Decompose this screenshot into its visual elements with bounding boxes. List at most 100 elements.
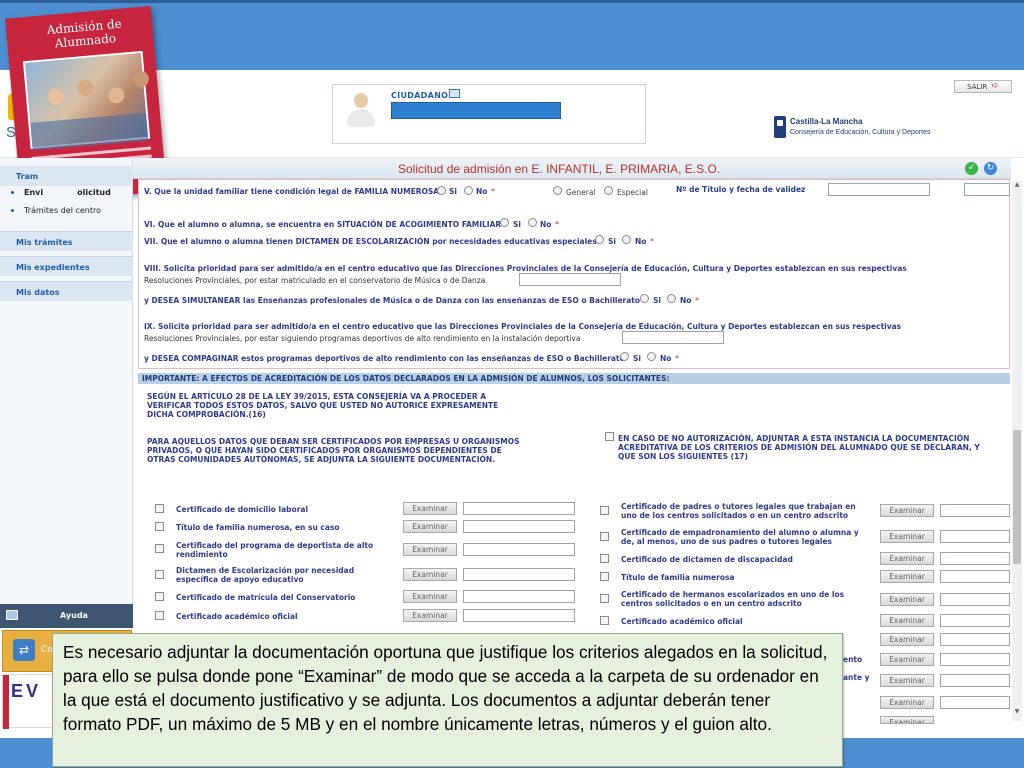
q8-no-radio[interactable] <box>667 294 676 303</box>
q9-yes-label: Si <box>633 354 641 363</box>
sidebar-head[interactable]: Tram <box>0 166 133 186</box>
cert-right-1-label: Certificado de padres o tutores legales … <box>621 502 856 520</box>
cert-right-2-examine-button[interactable]: Examinar <box>880 530 934 543</box>
cert-right-4-examine-button[interactable]: Examinar <box>880 570 934 583</box>
q6-yes-radio[interactable] <box>500 218 509 227</box>
cert-right-1-examine-button[interactable]: Examinar <box>880 504 934 517</box>
cert-left-5-checkbox[interactable] <box>155 592 164 601</box>
cert-left-4-examine-button[interactable]: Examinar <box>403 568 457 581</box>
cert-left-2-checkbox[interactable] <box>155 522 164 531</box>
brochure-photo <box>22 50 151 149</box>
cert-right-3-examine-button[interactable]: Examinar <box>880 552 934 565</box>
cert-right-3-label: Certificado de dictamen de discapacidad <box>621 555 793 564</box>
cert-left-1-checkbox[interactable] <box>155 504 164 513</box>
cert-left-3-checkbox[interactable] <box>155 544 164 553</box>
id-card-icon[interactable] <box>449 89 460 98</box>
q6-yes-label: Si <box>513 220 521 229</box>
cert-right-2-checkbox[interactable] <box>600 532 609 541</box>
validity-date-input[interactable] <box>964 183 1010 196</box>
cert-left-3-label: Certificado del programa de deportista d… <box>176 541 374 559</box>
citizen-panel: CIUDADANO <box>332 84 646 144</box>
exit-button[interactable]: SALIR ➪ <box>954 80 1012 93</box>
sidebar-subitem-send-request[interactable]: Envi olicitud <box>24 188 111 197</box>
q7-yes-label: Si <box>608 237 616 246</box>
cert-left-1-file-field[interactable] <box>463 502 575 515</box>
question-9-line2: Resoluciones Provinciales, por estar sig… <box>144 334 581 343</box>
question-8-simultaneous: y DESEA SIMULTANEAR las Enseñanzas profe… <box>144 296 641 305</box>
conservatory-input[interactable] <box>519 273 621 286</box>
bullet-icon <box>11 209 14 212</box>
sidebar-item-my-files[interactable]: Mis expedientes <box>0 256 133 276</box>
cert-right-8-examine-button[interactable]: Examinar <box>880 653 934 666</box>
q7-no-radio[interactable] <box>622 235 631 244</box>
exit-arrow-icon: ➪ <box>991 81 999 91</box>
cert-left-5-examine-button[interactable]: Examinar <box>403 590 457 603</box>
cert-left-6-file-field[interactable] <box>463 609 575 622</box>
cert-left-6-examine-button[interactable]: Examinar <box>403 609 457 622</box>
no-authorization-checkbox[interactable] <box>605 432 614 441</box>
scroll-up-icon[interactable]: ▲ <box>1013 181 1021 191</box>
cert-right-9-file-field[interactable] <box>940 674 1010 687</box>
question-8-line2: Resoluciones Provinciales, por estar mat… <box>144 276 486 285</box>
sidebar-item-my-procedures[interactable]: Mis trámites <box>0 231 133 251</box>
form-title-bar: Solicitud de admisión en E. INFANTIL, E.… <box>133 158 1011 179</box>
cert-left-4-file-field[interactable] <box>463 568 575 581</box>
q9-no-radio[interactable] <box>647 352 656 361</box>
cert-right-6-examine-button[interactable]: Examinar <box>880 614 934 627</box>
cert-left-2-examine-button[interactable]: Examinar <box>403 520 457 533</box>
cert-right-9-examine-button[interactable]: Examinar <box>880 674 934 687</box>
scroll-down-icon[interactable]: ▼ <box>1013 708 1021 718</box>
q5-no-radio[interactable] <box>464 186 473 195</box>
avatar-icon <box>345 93 377 127</box>
general-radio[interactable] <box>553 186 562 195</box>
sports-facility-input[interactable] <box>622 331 724 344</box>
cert-right-8-file-field[interactable] <box>940 653 1010 666</box>
q6-no-radio[interactable] <box>528 218 537 227</box>
cert-left-3-examine-button[interactable]: Examinar <box>403 543 457 556</box>
q9-yes-radio[interactable] <box>620 352 629 361</box>
q5-yes-radio[interactable] <box>437 186 446 195</box>
cert-right-2-file-field[interactable] <box>940 530 1010 543</box>
help-bar[interactable]: Ayuda <box>0 604 133 628</box>
q9-no-label: No <box>660 354 672 363</box>
cert-right-4-file-field[interactable] <box>940 570 1010 583</box>
cert-right-10-examine-button[interactable]: Examinar <box>880 696 934 709</box>
cert-right-6-checkbox[interactable] <box>600 616 609 625</box>
confirm-icon[interactable]: ✓ <box>965 162 978 175</box>
cert-right-1-file-field[interactable] <box>940 504 1010 517</box>
tile-stripe <box>3 675 9 729</box>
cert-right-1-checkbox[interactable] <box>600 506 609 515</box>
cert-right-5-file-field[interactable] <box>940 593 1010 606</box>
q6-no-label: No <box>540 220 552 229</box>
especial-label: Especial <box>617 188 648 197</box>
sidebar-subitem-center-procedures[interactable]: Trámites del centro <box>24 206 101 215</box>
cert-right-3-checkbox[interactable] <box>600 554 609 563</box>
cert-left-2-file-field[interactable] <box>463 520 575 533</box>
sidebar-item-my-data[interactable]: Mis datos <box>0 281 133 301</box>
cert-right-6-file-field[interactable] <box>940 614 1010 627</box>
cert-right-7-file-field[interactable] <box>940 633 1010 646</box>
q7-yes-radio[interactable] <box>595 235 604 244</box>
q8-yes-radio[interactable] <box>640 294 649 303</box>
scrollbar-thumb[interactable] <box>1013 430 1021 564</box>
cert-right-11-examine-button[interactable]: Examinar <box>880 716 934 724</box>
cert-right-10-file-field[interactable] <box>940 696 1010 709</box>
title-number-input[interactable] <box>828 183 930 196</box>
cert-left-4-checkbox[interactable] <box>155 570 164 579</box>
question-9-line1: IX. Solicita prioridad para ser admitido… <box>144 322 902 331</box>
cert-right-4-label: Título de familia numerosa <box>621 573 735 582</box>
cert-right-5-checkbox[interactable] <box>600 594 609 603</box>
cert-left-5-file-field[interactable] <box>463 590 575 603</box>
cert-left-1-examine-button[interactable]: Examinar <box>403 502 457 515</box>
cert-right-7-examine-button[interactable]: Examinar <box>880 633 934 646</box>
cert-right-3-file-field[interactable] <box>940 552 1010 565</box>
cert-right-4-checkbox[interactable] <box>600 572 609 581</box>
cert-left-3-file-field[interactable] <box>463 543 575 556</box>
q5-no-label: No <box>476 187 488 196</box>
refresh-icon[interactable]: ↻ <box>984 162 997 175</box>
cert-right-5-examine-button[interactable]: Examinar <box>880 593 934 606</box>
required-mark: * <box>650 237 654 246</box>
question-7-label: VII. Que el alumno o alumna tienen DICTA… <box>144 237 597 246</box>
cert-left-6-checkbox[interactable] <box>155 611 164 620</box>
especial-radio[interactable] <box>604 186 613 195</box>
